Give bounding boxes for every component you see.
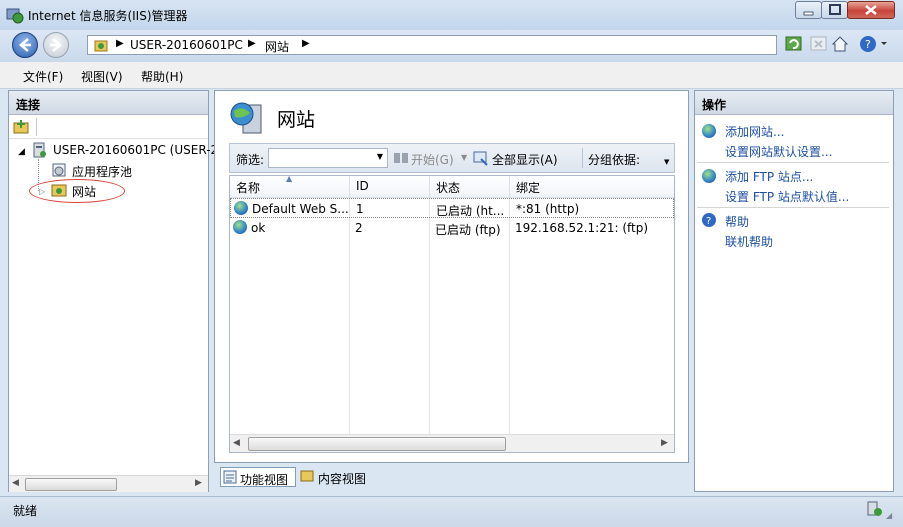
help-icon[interactable]: ? (859, 35, 887, 53)
column-header-binding[interactable]: 绑定 (510, 176, 674, 198)
breadcrumb-sites[interactable]: 网站 (265, 38, 289, 55)
status-text: 就绪 (13, 504, 38, 518)
menu-view[interactable]: 视图(V) (81, 68, 123, 85)
sort-ascending-icon: ▲ (286, 175, 293, 183)
table-row[interactable]: ok 2 已启动 (ftp) 192.168.52.1:21: (ftp) (230, 218, 674, 238)
page-title: 网站 (277, 109, 316, 131)
actions-divider (697, 162, 889, 163)
forward-button[interactable] (43, 32, 69, 58)
menu-help[interactable]: 帮助(H) (141, 68, 183, 85)
cell-binding: 192.168.52.1:21: (ftp) (515, 221, 649, 235)
view-tabs: 功能视图 内容视图 (214, 466, 689, 490)
help-icon: ? (701, 212, 717, 231)
breadcrumb-server[interactable]: USER-20160601PC (130, 38, 243, 52)
breadcrumb-separator: ▶ (248, 38, 256, 49)
server-status-icon (866, 500, 884, 521)
sites-globe-icon (229, 101, 263, 138)
connections-toolbar (9, 115, 208, 139)
add-ftp-site-link[interactable]: 添加 FTP 站点... (725, 168, 813, 185)
back-button[interactable] (12, 32, 38, 58)
svg-text:?: ? (865, 38, 871, 51)
maximize-button[interactable] (821, 1, 848, 19)
tree-item-server[interactable]: USER-20160601PC (USER-2 (53, 143, 218, 157)
scroll-right-arrow[interactable]: ▶ (195, 478, 202, 488)
filter-dropdown-icon[interactable]: ▼ (377, 152, 383, 161)
home-icon[interactable] (831, 35, 849, 53)
sites-panel: 网站 筛选: ▼ 开始(G) ▼ 全部显示(A) 分组依据: ▼ 名称 ▲ ID… (214, 90, 689, 463)
title-bar: Internet 信息服务(IIS)管理器 (0, 0, 903, 30)
highlight-circle (29, 179, 125, 203)
site-folder-icon (94, 38, 108, 55)
column-header-id[interactable]: ID (350, 176, 430, 198)
cell-status: 已启动 (ht... (436, 204, 505, 218)
filter-divider (582, 148, 583, 168)
tab-content-view[interactable]: 内容视图 (318, 470, 366, 487)
cell-id: 2 (355, 221, 363, 235)
tree-item-app-pools[interactable]: 应用程序池 (72, 163, 132, 180)
column-header-status[interactable]: 状态 (430, 176, 510, 198)
features-view-icon (223, 470, 237, 487)
resize-grip-icon[interactable]: ◢ (886, 511, 892, 520)
scroll-thumb[interactable] (248, 437, 506, 451)
group-by-label[interactable]: 分组依据: (588, 151, 640, 168)
tab-features-view[interactable]: 功能视图 (220, 467, 296, 487)
cell-id: 1 (356, 202, 364, 216)
actions-header: 操作 (695, 91, 893, 115)
cell-name: Default Web S... (252, 202, 349, 216)
svg-text:?: ? (706, 216, 711, 227)
tab-features-label: 功能视图 (240, 473, 289, 487)
site-defaults-link[interactable]: 设置网站默认设置... (725, 143, 832, 160)
app-pool-icon (51, 162, 67, 181)
help-link[interactable]: 帮助 (725, 213, 749, 230)
menu-file[interactable]: 文件(F) (23, 68, 63, 85)
tree-expand-server[interactable]: ◢ (18, 147, 25, 157)
status-bar: 就绪 ◢ (0, 496, 903, 527)
online-help-link[interactable]: 联机帮助 (725, 233, 773, 250)
scroll-left-arrow[interactable]: ◀ (233, 438, 240, 448)
refresh-icon[interactable] (785, 35, 803, 53)
add-ftp-icon (702, 169, 716, 183)
filter-input[interactable]: ▼ (268, 148, 388, 168)
content-view-icon (300, 469, 314, 486)
iis-app-icon (6, 6, 24, 24)
actions-panel: 操作 添加网站... 设置网站默认设置... 添加 FTP 站点... 设置 F… (694, 90, 894, 492)
show-all-button[interactable]: 全部显示(A) (492, 151, 558, 168)
table-row[interactable]: Default Web S... 1 已启动 (ht... *:81 (http… (230, 198, 674, 218)
connections-scrollbar[interactable]: ◀ ▶ (9, 475, 208, 492)
address-bar[interactable]: ▶ USER-20160601PC ▶ 网站 ▶ (87, 35, 777, 55)
actions-divider (697, 207, 889, 208)
close-button[interactable] (847, 1, 895, 19)
cell-status: 已启动 (ftp) (435, 223, 501, 237)
scroll-thumb[interactable] (25, 478, 117, 491)
start-dropdown-icon[interactable]: ▼ (461, 153, 467, 162)
toolbar-divider (36, 118, 37, 136)
website-globe-icon (233, 220, 247, 234)
connections-header: 连接 (9, 91, 208, 115)
filter-label: 筛选: (236, 153, 265, 167)
filter-scroll-icon[interactable]: ▼ (664, 158, 669, 166)
filter-bar: 筛选: ▼ 开始(G) ▼ 全部显示(A) 分组依据: ▼ (229, 143, 675, 173)
sites-table: 名称 ▲ ID 状态 绑定 Default Web S... 1 已启动 (ht… (229, 175, 675, 453)
cell-binding: *:81 (http) (516, 202, 580, 216)
breadcrumb-separator: ▶ (116, 38, 124, 49)
website-globe-icon (234, 201, 248, 215)
ftp-defaults-link[interactable]: 设置 FTP 站点默认值... (725, 188, 849, 205)
menu-bar: 文件(F) 视图(V) 帮助(H) (0, 62, 903, 89)
scroll-left-arrow[interactable]: ◀ (12, 478, 19, 488)
show-all-icon (473, 150, 489, 169)
breadcrumb-separator: ▶ (302, 38, 310, 49)
add-website-link[interactable]: 添加网站... (725, 123, 784, 140)
cell-name: ok (251, 221, 266, 235)
window-title: Internet 信息服务(IIS)管理器 (28, 9, 188, 23)
stop-icon[interactable] (810, 35, 828, 53)
minimize-button[interactable] (795, 1, 822, 19)
table-scrollbar[interactable]: ◀ ▶ (230, 434, 674, 452)
binoculars-icon (393, 151, 409, 168)
add-website-icon (702, 124, 716, 138)
add-connection-icon[interactable] (13, 119, 29, 138)
start-button[interactable]: 开始(G) (411, 151, 454, 168)
connections-panel: 连接 ◢ USER-20160601PC (USER-2 应用程序池 ▷ 网站 … (8, 90, 218, 492)
scroll-right-arrow[interactable]: ▶ (661, 438, 668, 448)
